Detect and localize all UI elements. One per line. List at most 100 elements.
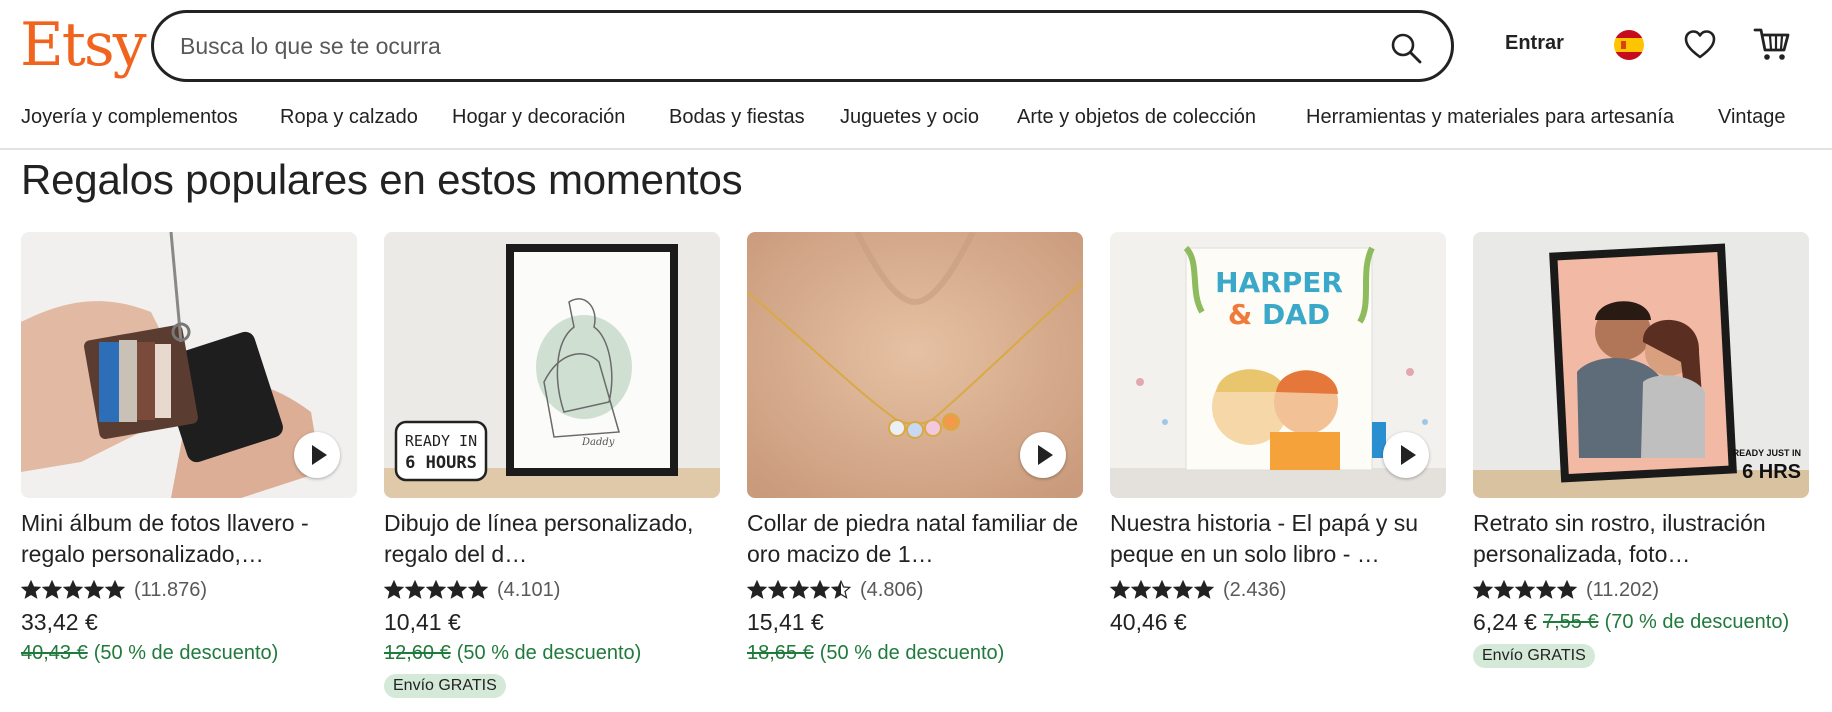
star-icon [1515, 580, 1535, 599]
product-title[interactable]: Collar de piedra natal familiar de oro m… [747, 508, 1083, 570]
svg-text:HARPER: HARPER [1215, 266, 1343, 299]
star-icon [384, 580, 404, 599]
price-row: 40,46 € [1110, 606, 1446, 638]
price: 33,42 € [21, 608, 98, 635]
original-price: 7,55 € [1542, 610, 1599, 633]
category-nav: Joyería y complementos Ropa y calzado Ho… [0, 104, 1832, 150]
etsy-logo[interactable]: Etsy [20, 10, 147, 80]
review-count: (4.806) [860, 578, 924, 601]
product-card[interactable]: Daddy READY IN 6 HOURS Dibujo de línea p… [384, 232, 720, 698]
svg-text:& DAD: & DAD [1228, 298, 1330, 331]
review-count: (11.202) [1586, 578, 1660, 601]
star-icon [1152, 580, 1172, 599]
star-icon [747, 580, 767, 599]
product-title[interactable]: Retrato sin rostro, ilustración personal… [1473, 508, 1809, 570]
original-price: 18,65 € [747, 641, 814, 664]
star-icon [1557, 580, 1577, 599]
price: 15,41 € [747, 608, 824, 635]
product-card[interactable]: Collar de piedra natal familiar de oro m… [747, 232, 1083, 668]
search-input[interactable] [180, 29, 1340, 63]
svg-text:Daddy: Daddy [581, 437, 615, 448]
product-title[interactable]: Nuestra historia - El papá y su peque en… [1110, 508, 1446, 570]
review-count: (4.101) [497, 578, 561, 601]
discount-label: (50 % de descuento) [819, 641, 1005, 664]
product-image[interactable]: HARPER & DAD [1110, 232, 1446, 498]
price: 40,46 € [1110, 608, 1187, 635]
free-shipping-badge: Envío GRATIS [384, 674, 506, 698]
stars [1110, 580, 1215, 600]
search-button[interactable] [1389, 31, 1423, 65]
signin-link[interactable]: Entrar [1505, 32, 1564, 55]
star-icon [42, 580, 62, 599]
price-row: 10,41 € [384, 606, 720, 638]
star-icon [105, 580, 125, 599]
play-icon[interactable] [294, 432, 340, 478]
heart-icon[interactable] [1683, 28, 1717, 62]
product-card[interactable]: Mini álbum de fotos llavero - regalo per… [21, 232, 357, 668]
price: 10,41 € [384, 608, 461, 635]
svg-text:6 HOURS: 6 HOURS [405, 453, 477, 473]
search-icon [1391, 33, 1422, 64]
star-icon [768, 580, 788, 599]
star-icon [1131, 580, 1151, 599]
category-craft-supplies[interactable]: Herramientas y materiales para artesanía [1306, 106, 1674, 129]
free-shipping-badge: Envío GRATIS [1473, 644, 1595, 668]
site-header: Etsy Entrar [0, 0, 1832, 96]
original-price-row: 18,65 € (50 % de descuento) [747, 638, 1083, 668]
star-icon [426, 580, 446, 599]
category-jewelry[interactable]: Joyería y complementos [21, 106, 238, 129]
category-weddings[interactable]: Bodas y fiestas [669, 106, 805, 129]
ready-badge: READY JUST IN 6 HRS [1733, 448, 1801, 483]
star-icon [789, 580, 809, 599]
star-icon [84, 580, 104, 599]
product-title[interactable]: Mini álbum de fotos llavero - regalo per… [21, 508, 357, 570]
product-image[interactable]: READY JUST IN 6 HRS [1473, 232, 1809, 498]
review-count: (2.436) [1223, 578, 1287, 601]
product-title[interactable]: Dibujo de línea personalizado, regalo de… [384, 508, 720, 570]
star-icon [810, 580, 830, 599]
star-icon [1194, 580, 1214, 599]
star-icon [1494, 580, 1514, 599]
product-card[interactable]: HARPER & DAD Nuestra historia - El papá … [1110, 232, 1446, 638]
section-title: Regalos populares en estos momentos [21, 156, 743, 203]
product-image[interactable]: Daddy READY IN 6 HOURS [384, 232, 720, 498]
price-row: 6,24 € 7,55 € (70 % de descuento) [1473, 606, 1809, 638]
category-art[interactable]: Arte y objetos de colección [1017, 106, 1256, 129]
star-icon [447, 580, 467, 599]
category-toys[interactable]: Juguetes y ocio [840, 106, 979, 129]
spain-flag-icon[interactable] [1614, 30, 1644, 60]
category-home[interactable]: Hogar y decoración [452, 106, 625, 129]
original-price-row: 12,60 € (50 % de descuento) [384, 638, 720, 668]
price-row: 15,41 € [747, 606, 1083, 638]
cart-icon[interactable] [1753, 26, 1791, 62]
svg-text:6 HRS: 6 HRS [1742, 461, 1801, 483]
star-icon [21, 580, 41, 599]
star-icon [468, 580, 488, 599]
star-icon [63, 580, 83, 599]
star-icon [831, 580, 851, 599]
review-count: (11.876) [134, 578, 208, 601]
price: 6,24 € [1473, 608, 1537, 635]
discount-label: (50 % de descuento) [93, 641, 279, 664]
product-card[interactable]: READY JUST IN 6 HRS Retrato sin rostro, … [1473, 232, 1809, 668]
svg-text:READY IN: READY IN [405, 432, 477, 450]
category-clothing[interactable]: Ropa y calzado [280, 106, 418, 129]
play-icon[interactable] [1020, 432, 1066, 478]
search-bar[interactable] [151, 10, 1454, 82]
product-rating: (4.806) [747, 576, 1083, 604]
svg-text:READY JUST IN: READY JUST IN [1733, 448, 1801, 458]
original-price: 40,43 € [21, 641, 88, 664]
star-icon [1110, 580, 1130, 599]
product-rating: (11.202) [1473, 576, 1809, 604]
category-vintage[interactable]: Vintage [1718, 106, 1785, 129]
ready-badge: READY IN 6 HOURS [405, 432, 477, 473]
discount-label: (70 % de descuento) [1604, 610, 1790, 633]
product-rating: (4.101) [384, 576, 720, 604]
play-icon[interactable] [1383, 432, 1429, 478]
original-price-row: 40,43 € (50 % de descuento) [21, 638, 357, 668]
product-image[interactable] [747, 232, 1083, 498]
stars [384, 580, 489, 600]
stars [21, 580, 126, 600]
discount-label: (50 % de descuento) [456, 641, 642, 664]
product-image[interactable] [21, 232, 357, 498]
